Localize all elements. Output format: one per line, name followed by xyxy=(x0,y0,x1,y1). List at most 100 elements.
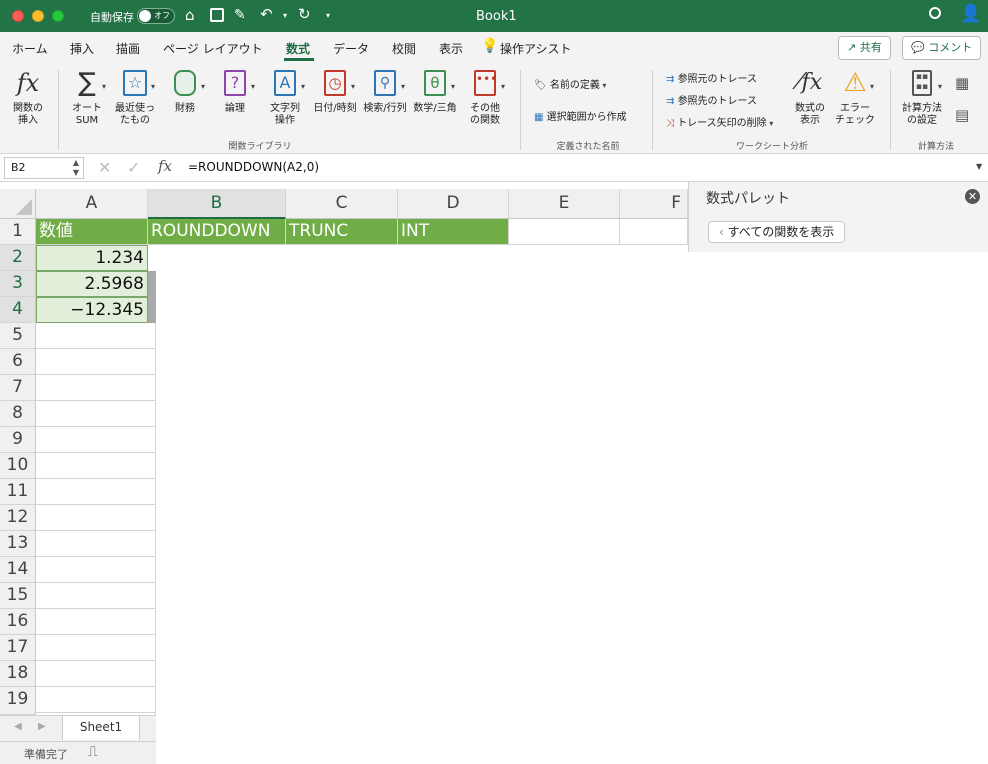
calculate-sheet-icon[interactable]: ▤ xyxy=(955,106,969,124)
zoom-window-button[interactable] xyxy=(52,10,64,22)
define-name-button[interactable]: 🏷 名前の定義 ▾ xyxy=(534,76,606,91)
column-header-f[interactable]: F xyxy=(620,189,688,219)
cancel-formula-icon[interactable]: ✕ xyxy=(98,158,111,177)
redo-icon[interactable]: ↻ xyxy=(298,6,311,22)
row-header[interactable]: 14 xyxy=(0,557,36,583)
next-sheet-icon[interactable]: ▶ xyxy=(38,721,46,732)
selection-range-b3-b4[interactable] xyxy=(148,271,156,323)
close-window-button[interactable] xyxy=(12,10,24,22)
show-all-functions-button[interactable]: ‹ すべての関数を表示 xyxy=(708,221,846,243)
recently-used-dropdown-icon[interactable]: ▾ xyxy=(151,82,155,91)
tab-page-layout[interactable]: ページ レイアウト xyxy=(163,40,263,57)
logical-dropdown-icon[interactable]: ▾ xyxy=(251,82,255,91)
comments-button[interactable]: 💬 コメント xyxy=(902,36,982,60)
financial-button[interactable]: 財務 xyxy=(162,66,208,136)
cell-a4[interactable]: −12.345 xyxy=(36,297,148,323)
column-header-d[interactable]: D xyxy=(398,189,509,219)
calculation-options-dropdown-icon[interactable]: ▾ xyxy=(938,82,942,91)
empty-cells-column-a[interactable] xyxy=(36,323,156,715)
cell-d1[interactable]: INT xyxy=(398,219,509,245)
search-icon[interactable] xyxy=(929,7,941,19)
cell-c1[interactable]: TRUNC xyxy=(286,219,398,245)
column-header-b[interactable]: B xyxy=(148,189,286,219)
date-time-button[interactable]: ◷ 日付/時刻 xyxy=(312,66,358,136)
row-header[interactable]: 2 xyxy=(0,245,36,271)
row-header[interactable]: 7 xyxy=(0,375,36,401)
math-dropdown-icon[interactable]: ▾ xyxy=(451,82,455,91)
edit-icon[interactable]: ✎ xyxy=(234,7,246,23)
math-trig-button[interactable]: θ 数学/三角 xyxy=(412,66,458,136)
row-header[interactable]: 8 xyxy=(0,401,36,427)
remove-arrows-button[interactable]: ⤨ トレース矢印の削除 ▾ xyxy=(666,114,773,129)
undo-dropdown-icon[interactable]: ▾ xyxy=(283,11,287,20)
trace-precedents-button[interactable]: ⇉ 参照元のトレース xyxy=(666,70,757,85)
more-functions-button[interactable]: ••• その他 の関数 xyxy=(462,66,508,136)
tab-data[interactable]: データ xyxy=(333,40,369,57)
create-from-selection-button[interactable]: ▦ 選択範囲から作成 xyxy=(534,108,627,123)
undo-icon[interactable]: ↶ xyxy=(260,6,273,22)
tab-view[interactable]: 表示 xyxy=(439,40,463,57)
macro-record-icon[interactable]: ⎍ xyxy=(88,744,98,760)
error-checking-button[interactable]: ⚠ エラー チェック xyxy=(832,66,878,136)
date-time-dropdown-icon[interactable]: ▾ xyxy=(351,82,355,91)
cell-e1[interactable] xyxy=(509,219,620,245)
column-header-e[interactable]: E xyxy=(509,189,620,219)
calculate-now-icon[interactable]: ▦ xyxy=(955,74,969,92)
name-box-stepper-icon[interactable]: ▲ ▼ xyxy=(73,158,79,178)
show-formulas-button[interactable]: ⁄fx 数式の 表示 xyxy=(788,66,832,136)
financial-dropdown-icon[interactable]: ▾ xyxy=(201,82,205,91)
cell-f1[interactable] xyxy=(620,219,688,245)
minimize-window-button[interactable] xyxy=(32,10,44,22)
autosum-dropdown-icon[interactable]: ▾ xyxy=(102,82,106,91)
row-header[interactable]: 19 xyxy=(0,687,36,715)
tab-draw[interactable]: 描画 xyxy=(116,40,140,57)
recently-used-button[interactable]: ☆ 最近使っ たもの xyxy=(112,66,158,136)
text-functions-button[interactable]: A 文字列 操作 xyxy=(262,66,308,136)
select-all-corner[interactable] xyxy=(0,189,36,219)
tab-insert[interactable]: 挿入 xyxy=(70,40,94,57)
tab-home[interactable]: ホーム xyxy=(12,40,48,57)
trace-dependents-button[interactable]: ⇉ 参照先のトレース xyxy=(666,92,757,107)
accept-formula-icon[interactable]: ✓ xyxy=(127,158,140,177)
sheet-tab-sheet1[interactable]: Sheet1 xyxy=(62,716,140,740)
row-header[interactable]: 17 xyxy=(0,635,36,661)
insert-function-fx-icon[interactable]: fx xyxy=(158,157,172,175)
text-dropdown-icon[interactable]: ▾ xyxy=(301,82,305,91)
row-header[interactable]: 1 xyxy=(0,219,36,245)
cell-b1[interactable]: ROUNDDOWN xyxy=(148,219,286,245)
autosum-button[interactable]: ∑ オート SUM xyxy=(64,66,110,136)
row-header[interactable]: 18 xyxy=(0,661,36,687)
error-checking-dropdown-icon[interactable]: ▾ xyxy=(870,82,874,91)
expand-formula-bar-icon[interactable]: ▼ xyxy=(976,162,982,171)
row-header[interactable]: 4 xyxy=(0,297,36,323)
cell-a1[interactable]: 数値 xyxy=(36,219,148,245)
save-icon[interactable] xyxy=(210,8,224,22)
row-header[interactable]: 5 xyxy=(0,323,36,349)
name-box[interactable]: B2 ▲ ▼ xyxy=(4,157,84,179)
row-header[interactable]: 16 xyxy=(0,609,36,635)
share-button[interactable]: ↗ 共有 xyxy=(838,36,891,60)
account-icon[interactable]: 👤 xyxy=(960,6,981,23)
row-header[interactable]: 13 xyxy=(0,531,36,557)
row-header[interactable]: 6 xyxy=(0,349,36,375)
column-header-a[interactable]: A xyxy=(36,189,148,219)
more-dropdown-icon[interactable]: ▾ xyxy=(501,82,505,91)
row-header[interactable]: 3 xyxy=(0,271,36,297)
tab-review[interactable]: 校閲 xyxy=(392,40,416,57)
calculation-options-button[interactable]: ▪▪ ▪▪ 計算方法 の設定 xyxy=(898,66,946,136)
row-header[interactable]: 9 xyxy=(0,427,36,453)
tab-formulas[interactable]: 数式 xyxy=(286,40,310,57)
row-header[interactable]: 10 xyxy=(0,453,36,479)
close-pane-icon[interactable]: ✕ xyxy=(965,189,980,204)
row-header[interactable]: 11 xyxy=(0,479,36,505)
cell-a2[interactable]: 1.234 xyxy=(36,245,148,271)
prev-sheet-icon[interactable]: ◀ xyxy=(14,721,22,732)
lookup-dropdown-icon[interactable]: ▾ xyxy=(401,82,405,91)
formula-input[interactable]: =ROUNDDOWN(A2,0) xyxy=(188,160,319,174)
cell-a3[interactable]: 2.5968 xyxy=(36,271,148,297)
logical-button[interactable]: ? 論理 xyxy=(212,66,258,136)
row-header[interactable]: 15 xyxy=(0,583,36,609)
home-icon[interactable]: ⌂ xyxy=(185,7,195,23)
lookup-reference-button[interactable]: ⚲ 検索/行列 xyxy=(362,66,408,136)
row-header[interactable]: 12 xyxy=(0,505,36,531)
